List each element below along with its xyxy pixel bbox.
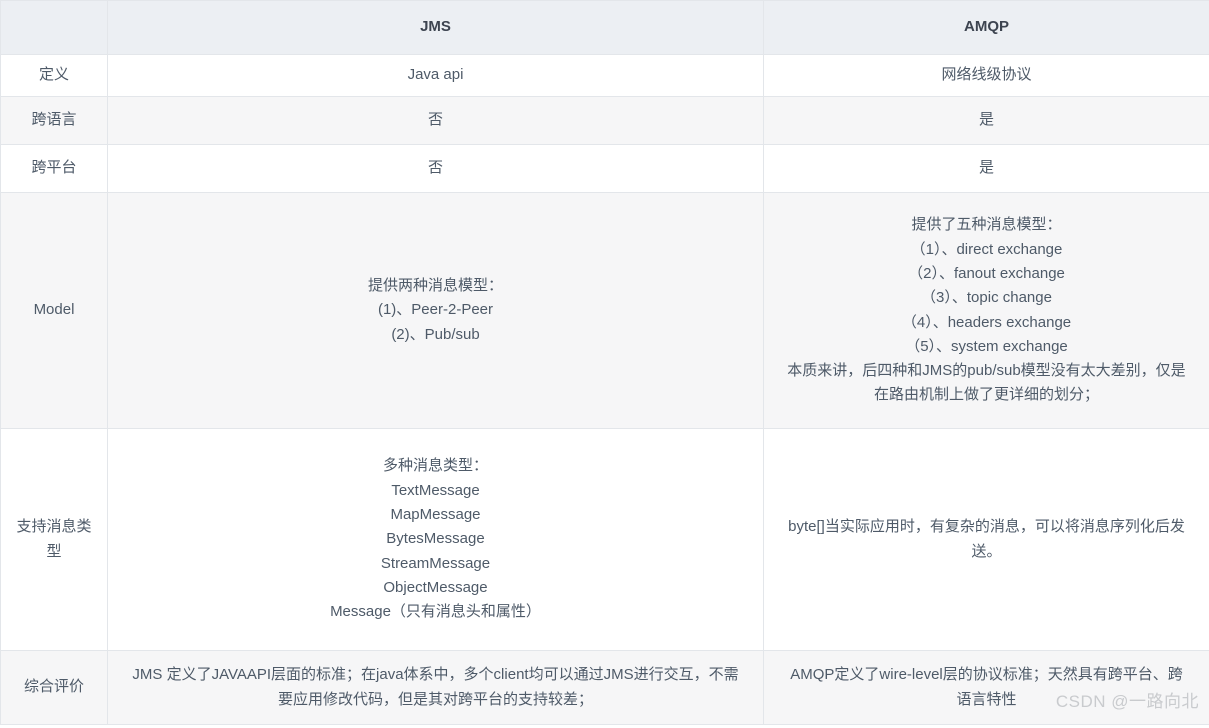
cell-jms-overall-evaluation: JMS 定义了JAVAAPI层面的标准；在java体系中，多个client均可以… — [107, 650, 764, 725]
cell-line: 提供两种消息模型： — [367, 277, 503, 295]
cell-amqp-message-types: byte[]当实际应用时，有复杂的消息，可以将消息序列化后发送。 — [763, 428, 1209, 651]
cell-line: 提供了五种消息模型： — [911, 216, 1062, 234]
cell-jms-definition: Java api — [107, 54, 764, 97]
cell-paragraph: AMQP定义了wire-level层的协议标准；天然具有跨平台、跨语言特性 — [790, 666, 1183, 708]
table-row: Model 提供两种消息模型： (1)、Peer-2-Peer (2)、Pub/… — [0, 192, 1209, 429]
cell-jms-model: 提供两种消息模型： (1)、Peer-2-Peer (2)、Pub/sub — [107, 192, 764, 429]
table-header-row: JMS AMQP — [0, 0, 1209, 55]
row-label-message-types: 支持消息类型 — [0, 428, 108, 651]
table-header: JMS AMQP — [0, 0, 1209, 55]
cell-line: ObjectMessage — [383, 578, 488, 596]
table-body: 定义 Java api 网络线级协议 跨语言 否 是 跨平台 否 是 Model… — [0, 54, 1209, 725]
cell-paragraph: 本质来讲，后四种和JMS的pub/sub模型没有太大差别，仅是在路由机制上做了更… — [787, 362, 1186, 404]
cell-line: StreamMessage — [380, 554, 491, 572]
cell-jms-cross-language: 否 — [107, 96, 764, 145]
cell-line: TextMessage — [391, 481, 480, 499]
cell-line: （5）、system exchange — [905, 337, 1068, 355]
cell-line: 否 — [427, 111, 443, 129]
cell-jms-cross-platform: 否 — [107, 144, 764, 193]
cell-line: Java api — [407, 66, 464, 84]
cell-line: MapMessage — [390, 506, 481, 524]
row-label-cross-platform: 跨平台 — [0, 144, 108, 193]
table-row: 跨平台 否 是 — [0, 144, 1209, 193]
cell-line: 否 — [427, 159, 443, 177]
cell-line: 多种消息类型： — [382, 457, 488, 475]
cell-paragraph: byte[]当实际应用时，有复杂的消息，可以将消息序列化后发送。 — [788, 518, 1185, 560]
jms-amqp-comparison-table: JMS AMQP 定义 Java api 网络线级协议 跨语言 否 是 跨平台 … — [0, 0, 1209, 725]
row-label-overall-evaluation: 综合评价 — [0, 650, 108, 725]
cell-line: （3）、topic change — [921, 289, 1052, 307]
cell-amqp-cross-language: 是 — [763, 96, 1209, 145]
table-row: 支持消息类型 多种消息类型： TextMessage MapMessage By… — [0, 428, 1209, 651]
cell-line: （1）、direct exchange — [910, 240, 1063, 258]
cell-line: 是 — [978, 111, 994, 129]
cell-amqp-overall-evaluation: AMQP定义了wire-level层的协议标准；天然具有跨平台、跨语言特性 — [763, 650, 1209, 725]
cell-line: BytesMessage — [386, 530, 485, 548]
cell-paragraph: JMS 定义了JAVAAPI层面的标准；在java体系中，多个client均可以… — [132, 666, 739, 708]
table-row: 综合评价 JMS 定义了JAVAAPI层面的标准；在java体系中，多个clie… — [0, 650, 1209, 725]
row-label-definition: 定义 — [0, 54, 108, 97]
cell-line: (1)、Peer-2-Peer — [377, 301, 494, 319]
cell-amqp-cross-platform: 是 — [763, 144, 1209, 193]
comparison-table-container: JMS AMQP 定义 Java api 网络线级协议 跨语言 否 是 跨平台 … — [0, 0, 1209, 728]
table-row: 跨语言 否 是 — [0, 96, 1209, 145]
cell-line: 网络线级协议 — [941, 66, 1032, 84]
cell-line: （4）、headers exchange — [901, 313, 1072, 331]
cell-amqp-model: 提供了五种消息模型： （1）、direct exchange （2）、fanou… — [763, 192, 1209, 429]
cell-line: (2)、Pub/sub — [391, 325, 480, 343]
header-cell-blank — [0, 0, 108, 55]
table-row: 定义 Java api 网络线级协议 — [0, 54, 1209, 97]
header-cell-amqp: AMQP — [763, 0, 1209, 55]
header-cell-jms: JMS — [107, 0, 764, 55]
cell-amqp-definition: 网络线级协议 — [763, 54, 1209, 97]
cell-line: Message（只有消息头和属性） — [330, 603, 541, 621]
cell-line: 是 — [978, 159, 994, 177]
row-label-cross-language: 跨语言 — [0, 96, 108, 145]
cell-jms-message-types: 多种消息类型： TextMessage MapMessage BytesMess… — [107, 428, 764, 651]
row-label-model: Model — [0, 192, 108, 429]
cell-line: （2）、fanout exchange — [908, 264, 1065, 282]
